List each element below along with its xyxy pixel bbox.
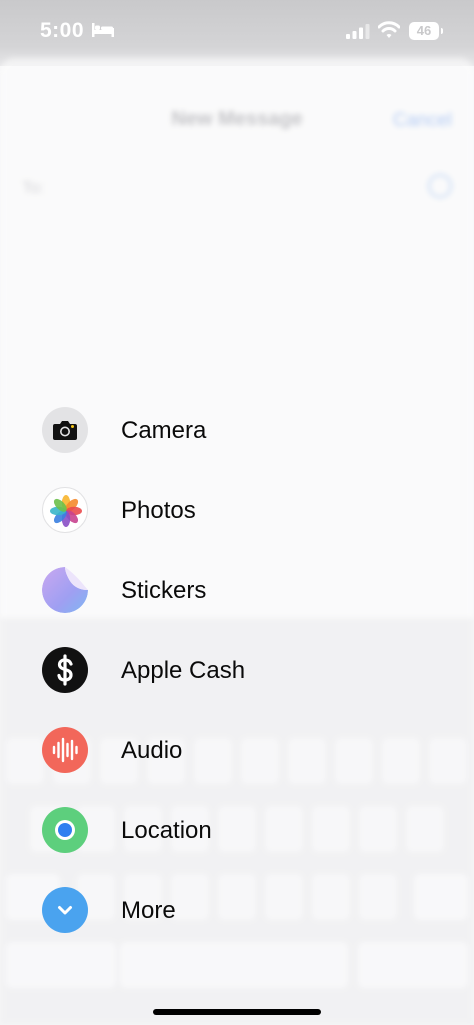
status-time: 5:00 [40,19,85,42]
menu-item-photos[interactable]: Photos [0,470,474,550]
cellular-signal-icon [346,24,370,44]
battery-icon: 46 [409,22,443,40]
menu-item-label: Audio [121,737,183,764]
menu-item-more[interactable]: More [0,870,474,950]
menu-item-label: Camera [121,417,207,444]
wifi-icon [377,21,401,44]
stickers-icon [42,567,88,613]
chevron-down-icon [42,887,88,933]
cancel-button[interactable]: Cancel [393,110,452,132]
menu-item-label: Photos [121,497,196,524]
bed-icon [92,23,114,42]
menu-item-audio[interactable]: Audio [0,710,474,790]
menu-item-label: Stickers [121,577,207,604]
to-field-label: To: [22,178,45,197]
menu-item-stickers[interactable]: Stickers [0,550,474,630]
menu-item-camera[interactable]: Camera [0,390,474,470]
home-indicator[interactable] [153,1009,321,1015]
menu-item-label: More [121,897,176,924]
menu-item-label: Apple Cash [121,657,246,684]
menu-item-apple-cash[interactable]: Apple Cash [0,630,474,710]
camera-icon [42,407,88,453]
status-bar: 5:00 46 [0,0,474,66]
location-icon [42,807,88,853]
apple-cash-icon [42,647,88,693]
menu-item-label: Location [121,817,212,844]
add-recipient-icon[interactable] [428,174,452,198]
audio-waveform-icon [42,727,88,773]
menu-item-location[interactable]: Location [0,790,474,870]
photos-icon [42,487,88,533]
